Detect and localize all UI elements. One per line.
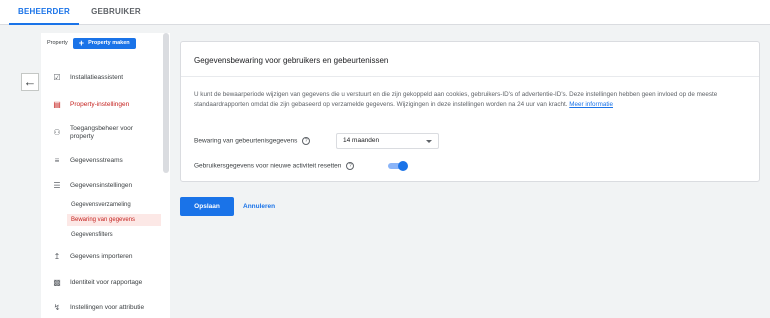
back-arrow-icon[interactable]: ←	[21, 73, 39, 91]
create-property-label: Property maken	[88, 40, 130, 46]
sidebar-item-label-line1: Toegangsbeheer voor	[70, 125, 133, 132]
reset-toggle[interactable]	[387, 161, 408, 171]
card-divider	[181, 76, 759, 77]
more-info-link[interactable]: Meer informatie	[569, 101, 613, 108]
toggle-knob	[398, 161, 408, 171]
sidebar-subitem-data-collection[interactable]: Gegevensverzameling	[67, 199, 161, 211]
cancel-button[interactable]: Annuleren	[243, 197, 275, 216]
sidebar-item-data-import[interactable]: ↥ Gegevens importeren	[41, 252, 161, 262]
sidebar-item-label: Property-instellingen	[70, 101, 130, 108]
streams-icon: ≡	[54, 156, 60, 165]
checklist-icon: ☑	[53, 73, 61, 82]
sidebar-item-label: Installatieassistent	[70, 74, 124, 81]
card-title: Gegevensbewaring voor gebruikers en gebe…	[194, 56, 389, 65]
card-description: U kunt de bewaarperiode wijzigen van geg…	[194, 90, 746, 109]
retention-select[interactable]: 14 maanden	[336, 133, 439, 149]
retention-label: Bewaring van gebeurtenisgegevens	[194, 137, 298, 145]
help-icon[interactable]: ?	[302, 137, 311, 145]
property-row: Property + Property maken	[47, 37, 136, 49]
tab-admin[interactable]: BEHEERDER	[9, 0, 79, 25]
data-retention-card: Gegevensbewaring voor gebruikers en gebe…	[180, 41, 760, 182]
sidebar-item-label-line2: property	[70, 133, 94, 140]
attribution-icon: ↯	[53, 303, 61, 312]
sidebar-item-label: Gegevensinstellingen	[70, 182, 133, 189]
sidebar-item-reporting-identity[interactable]: ▩ Identiteit voor rapportage	[41, 278, 161, 288]
sidebar-item-attribution-settings[interactable]: ↯ Instellingen voor attributie	[41, 303, 161, 313]
reset-row: Gebruikersgegevens voor nieuwe activitei…	[194, 162, 355, 170]
sidebar-subitem-data-filters[interactable]: Gegevensfilters	[67, 229, 161, 241]
sidebar-item-data-streams[interactable]: ≡ Gegevensstreams	[41, 156, 161, 166]
people-icon: ⚇	[53, 128, 61, 137]
sidebar-item-setup-assistant[interactable]: ☑ Installatieassistent	[41, 73, 161, 83]
sidebar-item-label: Instellingen voor attributie	[70, 304, 145, 311]
admin-sidebar: Property + Property maken ☑ Installatiea…	[41, 33, 170, 318]
identity-icon: ▩	[53, 278, 61, 287]
sidebar-item-property-settings[interactable]: ▤ Property-instellingen	[41, 100, 161, 110]
upload-icon: ↥	[53, 252, 61, 261]
sidebar-item-label: Identiteit voor rapportage	[70, 279, 143, 286]
plus-icon: +	[78, 37, 85, 48]
database-icon: ☰	[53, 181, 61, 190]
reset-label: Gebruikersgegevens voor nieuwe activitei…	[194, 162, 342, 170]
help-icon[interactable]: ?	[346, 162, 355, 170]
retention-row: Bewaring van gebeurtenisgegevens ?	[194, 137, 311, 145]
save-button[interactable]: Opslaan	[180, 197, 234, 216]
dropdown-caret-icon	[426, 140, 432, 143]
sidebar-scrollbar[interactable]	[163, 33, 169, 173]
sidebar-item-label: Gegevens importeren	[70, 253, 133, 260]
description-text: U kunt de bewaarperiode wijzigen van geg…	[194, 91, 718, 108]
property-settings-icon: ▤	[53, 100, 61, 109]
sidebar-item-data-settings[interactable]: ☰ Gegevensinstellingen	[41, 181, 161, 191]
top-tab-bar: BEHEERDER GEBRUIKER	[0, 0, 770, 25]
tab-user[interactable]: GEBRUIKER	[91, 0, 141, 25]
sidebar-subitem-data-retention[interactable]: Bewaring van gegevens	[67, 214, 161, 226]
retention-select-value: 14 maanden	[343, 137, 380, 144]
property-label: Property	[47, 40, 68, 46]
sidebar-item-access-management[interactable]: ⚇ Toegangsbeheer voor property	[41, 124, 161, 142]
create-property-button[interactable]: + Property maken	[72, 37, 136, 49]
sidebar-item-label: Gegevensstreams	[70, 157, 123, 164]
